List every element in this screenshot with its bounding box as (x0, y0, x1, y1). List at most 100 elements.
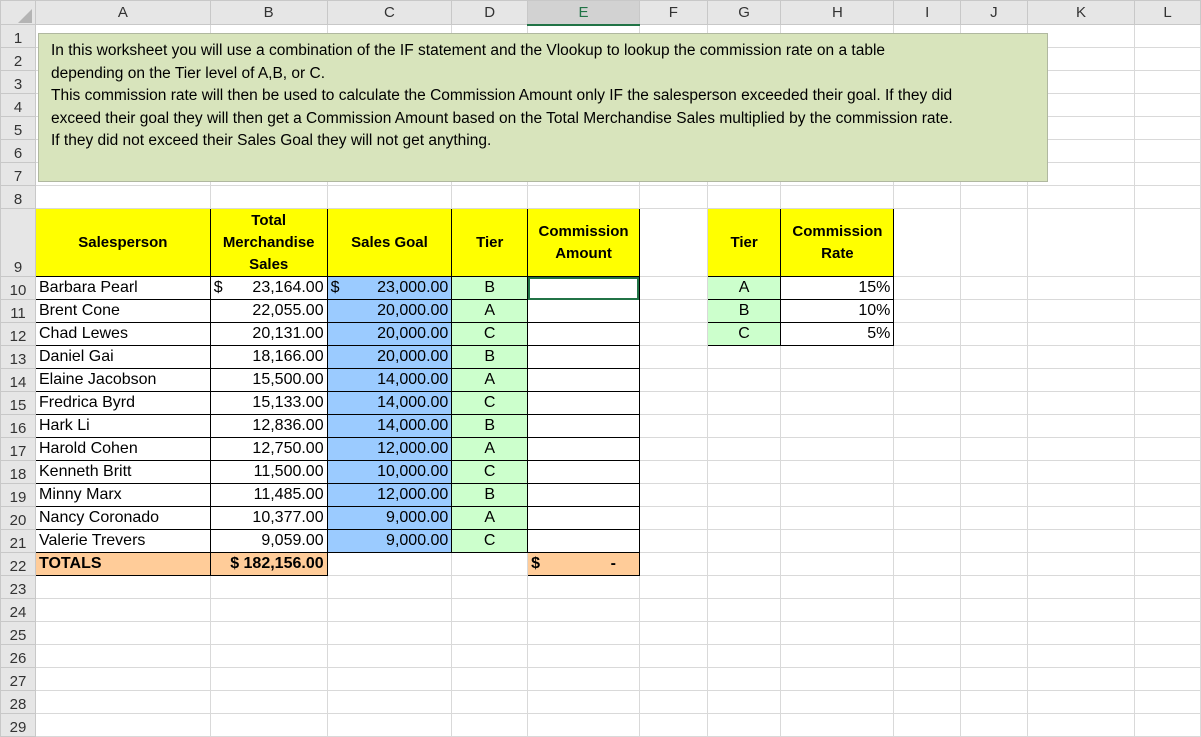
empty-cell[interactable] (451, 575, 529, 599)
empty-cell[interactable] (1026, 506, 1136, 530)
empty-cell[interactable] (1134, 345, 1201, 369)
empty-cell[interactable] (527, 690, 640, 714)
tier-cell[interactable]: C (451, 322, 529, 346)
header-tier[interactable]: Tier (451, 208, 529, 277)
empty-cell[interactable] (780, 575, 895, 599)
empty-cell[interactable] (1026, 391, 1136, 415)
row-header-8[interactable]: 8 (0, 185, 36, 209)
empty-cell[interactable] (960, 529, 1028, 553)
sales-cell[interactable]: 12,836.00 (209, 414, 328, 438)
empty-cell[interactable] (1134, 529, 1201, 553)
empty-cell[interactable] (960, 322, 1028, 346)
empty-cell[interactable] (1134, 208, 1201, 277)
empty-cell[interactable] (326, 621, 453, 645)
empty-cell[interactable] (780, 644, 895, 668)
column-header-K[interactable]: K (1026, 0, 1136, 25)
row-header-16[interactable]: 16 (0, 414, 36, 438)
row-header-5[interactable]: 5 (0, 116, 36, 140)
empty-cell[interactable] (960, 621, 1028, 645)
row-header-22[interactable]: 22 (0, 552, 36, 576)
commission-amount-cell[interactable] (527, 437, 640, 461)
empty-cell[interactable] (706, 460, 782, 484)
empty-cell[interactable] (1134, 667, 1201, 691)
empty-cell[interactable] (638, 690, 708, 714)
empty-cell[interactable] (451, 690, 529, 714)
empty-cell[interactable] (638, 483, 708, 507)
empty-cell[interactable] (1026, 690, 1136, 714)
empty-cell[interactable] (35, 598, 211, 622)
empty-cell[interactable] (1134, 460, 1201, 484)
column-header-F[interactable]: F (638, 0, 708, 25)
header-total-sales[interactable]: Total Merchandise Sales (209, 208, 328, 277)
empty-cell[interactable] (209, 185, 328, 209)
row-header-25[interactable]: 25 (0, 621, 36, 645)
row-header-24[interactable]: 24 (0, 598, 36, 622)
empty-cell[interactable] (706, 437, 782, 461)
empty-cell[interactable] (35, 644, 211, 668)
commission-amount-cell[interactable] (527, 483, 640, 507)
empty-cell[interactable] (1026, 667, 1136, 691)
empty-cell[interactable] (780, 667, 895, 691)
header-salesperson[interactable]: Salesperson (35, 208, 211, 277)
empty-cell[interactable] (1134, 162, 1201, 186)
empty-cell[interactable] (326, 644, 453, 668)
empty-cell[interactable] (35, 185, 211, 209)
empty-cell[interactable] (638, 208, 708, 277)
empty-cell[interactable] (780, 391, 895, 415)
empty-cell[interactable] (1026, 644, 1136, 668)
empty-cell[interactable] (960, 276, 1028, 300)
empty-cell[interactable] (706, 690, 782, 714)
goal-cell[interactable]: 20,000.00 (326, 345, 453, 369)
salesperson-cell[interactable]: Valerie Trevers (35, 529, 211, 553)
empty-cell[interactable] (706, 483, 782, 507)
row-header-3[interactable]: 3 (0, 70, 36, 94)
salesperson-cell[interactable]: Nancy Coronado (35, 506, 211, 530)
empty-cell[interactable] (960, 299, 1028, 323)
salesperson-cell[interactable]: Fredrica Byrd (35, 391, 211, 415)
empty-cell[interactable] (1026, 299, 1136, 323)
commission-amount-cell[interactable] (527, 529, 640, 553)
column-header-A[interactable]: A (35, 0, 211, 25)
sales-cell[interactable]: 18,166.00 (209, 345, 328, 369)
empty-cell[interactable] (1134, 414, 1201, 438)
empty-cell[interactable] (1134, 24, 1201, 48)
tier-cell[interactable]: B (451, 345, 529, 369)
empty-cell[interactable] (1134, 575, 1201, 599)
empty-cell[interactable] (35, 713, 211, 737)
empty-cell[interactable] (893, 529, 962, 553)
empty-cell[interactable] (1026, 437, 1136, 461)
salesperson-cell[interactable]: Daniel Gai (35, 345, 211, 369)
empty-cell[interactable] (1134, 139, 1201, 163)
empty-cell[interactable] (893, 437, 962, 461)
empty-cell[interactable] (1026, 713, 1136, 737)
empty-cell[interactable] (451, 552, 529, 576)
empty-cell[interactable] (1026, 185, 1136, 209)
empty-cell[interactable] (1026, 368, 1136, 392)
empty-cell[interactable] (638, 414, 708, 438)
empty-cell[interactable] (706, 506, 782, 530)
row-header-28[interactable]: 28 (0, 690, 36, 714)
row-header-20[interactable]: 20 (0, 506, 36, 530)
empty-cell[interactable] (1026, 345, 1136, 369)
sales-cell[interactable]: 20,131.00 (209, 322, 328, 346)
empty-cell[interactable] (960, 575, 1028, 599)
empty-cell[interactable] (780, 185, 895, 209)
empty-cell[interactable] (1026, 483, 1136, 507)
empty-cell[interactable] (780, 713, 895, 737)
salesperson-cell[interactable]: Harold Cohen (35, 437, 211, 461)
header-sales-goal[interactable]: Sales Goal (326, 208, 453, 277)
empty-cell[interactable] (706, 667, 782, 691)
empty-cell[interactable] (893, 621, 962, 645)
column-header-B[interactable]: B (209, 0, 328, 25)
empty-cell[interactable] (1026, 552, 1136, 576)
goal-cell[interactable]: 12,000.00 (326, 437, 453, 461)
empty-cell[interactable] (706, 391, 782, 415)
empty-cell[interactable] (893, 644, 962, 668)
tier-cell[interactable]: A (451, 368, 529, 392)
sales-cell[interactable]: 15,133.00 (209, 391, 328, 415)
empty-cell[interactable] (706, 414, 782, 438)
goal-cell[interactable]: 20,000.00 (326, 322, 453, 346)
empty-cell[interactable] (1134, 391, 1201, 415)
empty-cell[interactable] (527, 644, 640, 668)
empty-cell[interactable] (960, 667, 1028, 691)
